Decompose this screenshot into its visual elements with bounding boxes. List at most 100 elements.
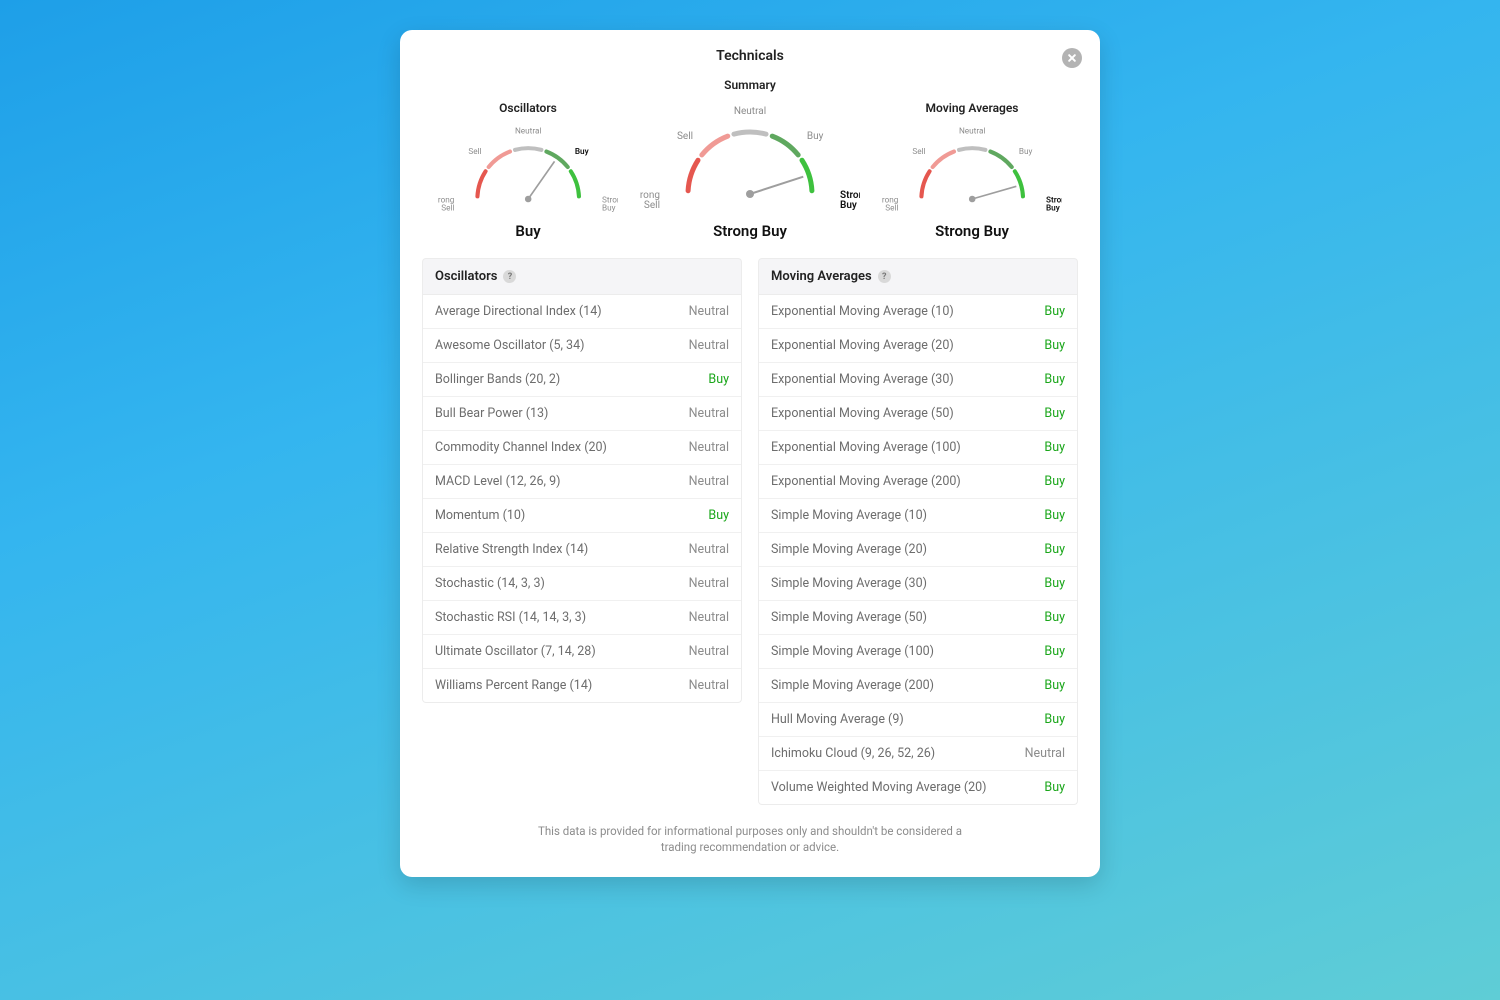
indicator-name: Awesome Oscillator (5, 34): [435, 338, 584, 353]
table-row: Average Directional Index (14)Neutral: [423, 294, 741, 328]
table-row: Stochastic (14, 3, 3) Neutral: [423, 566, 741, 600]
indicator-name: Simple Moving Average (50): [771, 610, 927, 625]
indicator-name: Simple Moving Average (100): [771, 644, 934, 659]
table-row: Awesome Oscillator (5, 34) Neutral: [423, 328, 741, 362]
indicator-name: Williams Percent Range (14): [435, 678, 592, 693]
indicator-value: Buy: [1044, 576, 1065, 591]
indicator-value: Neutral: [1025, 746, 1065, 761]
table-row: Ichimoku Cloud (9, 26, 52, 26) Neutral: [759, 736, 1077, 770]
moving-averages-header: Moving Averages ?: [758, 258, 1078, 294]
tables-row: Oscillators ? Average Directional Index …: [422, 258, 1078, 805]
indicator-name: Stochastic RSI (14, 14, 3, 3): [435, 610, 586, 625]
table-row: Ultimate Oscillator (7, 14, 28)Neutral: [423, 634, 741, 668]
svg-text:Sell: Sell: [677, 131, 693, 142]
gauge-verdict: Buy: [428, 222, 628, 240]
table-row: Simple Moving Average (30) Buy: [759, 566, 1077, 600]
table-row: Simple Moving Average (50) Buy: [759, 600, 1077, 634]
indicator-value: Buy: [1044, 678, 1065, 693]
indicator-name: Bull Bear Power (13): [435, 406, 548, 421]
indicator-value: Buy: [1044, 304, 1065, 319]
gauge-summary: SummaryStrongSellSellNeutralBuyStrongBuy…: [640, 78, 860, 240]
indicator-name: Ichimoku Cloud (9, 26, 52, 26): [771, 746, 935, 761]
table-row: Bull Bear Power (13) Neutral: [423, 396, 741, 430]
svg-text:Buy: Buy: [602, 203, 616, 213]
indicator-name: Hull Moving Average (9): [771, 712, 904, 727]
indicator-name: Average Directional Index (14): [435, 304, 602, 319]
indicator-name: Stochastic (14, 3, 3): [435, 576, 545, 591]
table-row: Volume Weighted Moving Average (20) Buy: [759, 770, 1077, 804]
info-icon[interactable]: ?: [503, 270, 516, 283]
oscillators-column: Oscillators ? Average Directional Index …: [422, 258, 742, 805]
svg-text:Buy: Buy: [1046, 203, 1061, 213]
table-row: MACD Level (12, 26, 9) Neutral: [423, 464, 741, 498]
indicator-value: Buy: [1044, 338, 1065, 353]
indicator-name: Momentum (10): [435, 508, 525, 523]
indicator-value: Buy: [1044, 780, 1065, 795]
indicator-value: Buy: [1044, 610, 1065, 625]
table-row: Stochastic RSI (14, 14, 3, 3) Neutral: [423, 600, 741, 634]
indicator-name: Commodity Channel Index (20): [435, 440, 607, 455]
indicator-name: Simple Moving Average (30): [771, 576, 927, 591]
table-row: Hull Moving Average (9) Buy: [759, 702, 1077, 736]
svg-text:Neutral: Neutral: [959, 126, 985, 136]
table-row: Commodity Channel Index (20) Neutral: [423, 430, 741, 464]
svg-text:Sell: Sell: [468, 146, 481, 156]
gauge-title: Summary: [640, 78, 860, 92]
moving-averages-rows: Exponential Moving Average (10)BuyExpone…: [758, 294, 1078, 805]
indicator-value: Buy: [1044, 542, 1065, 557]
table-row: Exponential Moving Average (100) Buy: [759, 430, 1077, 464]
svg-text:Buy: Buy: [575, 146, 590, 156]
svg-text:Neutral: Neutral: [734, 106, 766, 117]
table-row: Bollinger Bands (20, 2)Buy: [423, 362, 741, 396]
indicator-value: Neutral: [689, 576, 729, 591]
close-icon[interactable]: [1062, 48, 1082, 68]
technicals-card: Technicals OscillatorsStrongSellSellNeut…: [400, 30, 1100, 877]
moving-averages-header-label: Moving Averages: [771, 269, 872, 284]
indicator-value: Buy: [708, 508, 729, 523]
gauge-verdict: Strong Buy: [640, 222, 860, 240]
oscillators-header: Oscillators ?: [422, 258, 742, 294]
indicator-value: Buy: [1044, 712, 1065, 727]
svg-text:Sell: Sell: [912, 146, 925, 156]
table-row: Williams Percent Range (14) Neutral: [423, 668, 741, 702]
indicator-value: Neutral: [689, 440, 729, 455]
svg-text:Buy: Buy: [807, 131, 824, 142]
indicator-value: Buy: [1044, 406, 1065, 421]
table-row: Simple Moving Average (10)Buy: [759, 498, 1077, 532]
gauge-title: Moving Averages: [872, 101, 1072, 115]
indicator-value: Neutral: [689, 338, 729, 353]
card-title: Technicals: [422, 48, 1078, 64]
disclaimer-text: This data is provided for informational …: [530, 823, 970, 855]
indicator-value: Neutral: [689, 406, 729, 421]
indicator-value: Neutral: [689, 678, 729, 693]
indicator-value: Neutral: [689, 610, 729, 625]
table-row: Exponential Moving Average (50) Buy: [759, 396, 1077, 430]
indicator-name: Exponential Moving Average (200): [771, 474, 961, 489]
indicator-name: Exponential Moving Average (100): [771, 440, 961, 455]
indicator-value: Buy: [708, 372, 729, 387]
indicator-value: Buy: [1044, 440, 1065, 455]
indicator-value: Buy: [1044, 372, 1065, 387]
svg-text:Sell: Sell: [441, 203, 454, 213]
indicator-name: Exponential Moving Average (20): [771, 338, 954, 353]
indicator-name: Exponential Moving Average (30): [771, 372, 954, 387]
indicator-name: Simple Moving Average (200): [771, 678, 934, 693]
svg-text:Sell: Sell: [644, 200, 660, 211]
gauge-verdict: Strong Buy: [872, 222, 1072, 240]
indicator-name: Exponential Moving Average (10): [771, 304, 954, 319]
oscillators-rows: Average Directional Index (14)NeutralAwe…: [422, 294, 742, 703]
info-icon[interactable]: ?: [878, 270, 891, 283]
svg-text:Sell: Sell: [885, 203, 898, 213]
table-row: Exponential Moving Average (10) Buy: [759, 294, 1077, 328]
svg-text:Buy: Buy: [1019, 146, 1033, 156]
gauge-title: Oscillators: [428, 101, 628, 115]
indicator-name: MACD Level (12, 26, 9): [435, 474, 560, 489]
indicator-value: Buy: [1044, 644, 1065, 659]
indicator-value: Buy: [1044, 474, 1065, 489]
table-row: Momentum (10) Buy: [423, 498, 741, 532]
table-row: Simple Moving Average (100) Buy: [759, 634, 1077, 668]
indicator-name: Volume Weighted Moving Average (20): [771, 780, 987, 795]
gauges-row: OscillatorsStrongSellSellNeutralBuyStron…: [422, 78, 1078, 240]
indicator-name: Exponential Moving Average (50): [771, 406, 954, 421]
indicator-value: Neutral: [689, 474, 729, 489]
